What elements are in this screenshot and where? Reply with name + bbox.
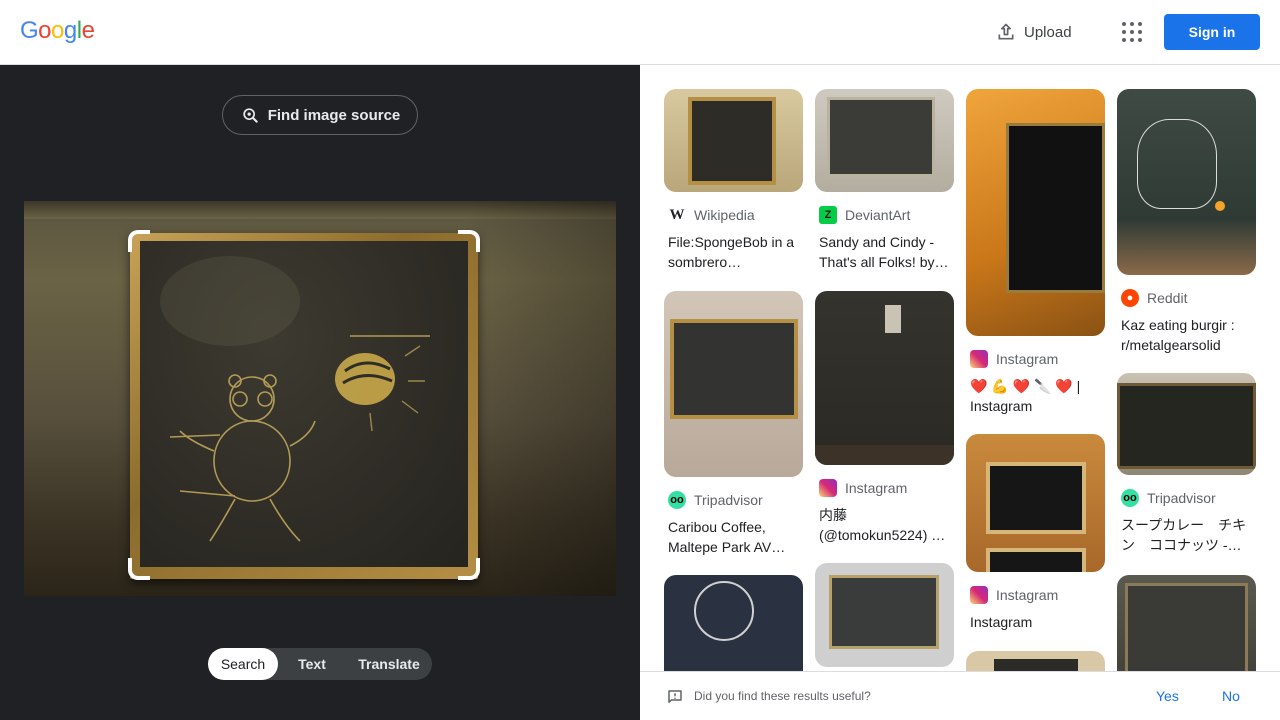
tab-search[interactable]: Search (208, 648, 278, 680)
result-title: Sandy and Cindy - That's all Folks! by… (819, 234, 949, 270)
result-title: 内藤 (@tomokun5224) … (819, 507, 946, 543)
upload-icon (998, 23, 1014, 40)
feedback-yes-button[interactable]: Yes (1156, 688, 1179, 704)
result-title: Kaz eating burgir : r/metalgearsolid (1121, 317, 1235, 353)
top-bar: Google Upload Sign in (0, 0, 1280, 65)
find-image-source-button[interactable]: Find image source (222, 95, 418, 135)
result-thumbnail (966, 434, 1105, 572)
reddit-icon: ● (1121, 289, 1139, 307)
result-thumbnail (1117, 89, 1256, 275)
instagram-icon (970, 350, 988, 368)
result-card[interactable]: Z DeviantArt Sandy and Cindy - That's al… (815, 89, 954, 272)
crop-handle-top-right[interactable] (458, 230, 480, 252)
google-logo[interactable]: Google (20, 17, 95, 45)
logo-letter: o (51, 17, 64, 44)
instagram-icon (819, 479, 837, 497)
apps-grid-icon[interactable] (1116, 16, 1148, 48)
logo-letter: e (81, 17, 95, 44)
feedback-icon (668, 690, 682, 703)
query-image (24, 201, 616, 596)
tab-translate[interactable]: Translate (346, 648, 432, 680)
wikipedia-icon: W (669, 206, 685, 223)
result-thumbnail (1117, 575, 1256, 671)
result-source: Wikipedia (694, 207, 755, 223)
deviantart-icon: Z (819, 206, 837, 224)
upload-label: Upload (1024, 23, 1072, 41)
result-title: Caribou Coffee, Maltepe Park AV… (668, 519, 786, 555)
result-source: Reddit (1147, 290, 1188, 306)
feedback-question: Did you find these results useful? (694, 689, 871, 703)
result-card[interactable] (1117, 575, 1256, 671)
result-title: Instagram (970, 614, 1033, 630)
result-source: Tripadvisor (694, 492, 763, 508)
result-card[interactable]: oo Tripadvisor Caribou Coffee, Maltepe P… (664, 291, 803, 557)
result-card[interactable]: Instagram ❤️ 💪 ❤️ 🔪 ❤️ | Instagram (966, 89, 1105, 416)
visual-matches-results: W Wikipedia File:SpongeBob in a sombrero… (640, 65, 1280, 671)
query-image-panel: Find image source Search Text Translate (0, 65, 640, 720)
result-card[interactable]: W Wikipedia File:SpongeBob in a sombrero… (664, 89, 803, 272)
result-source: Instagram (996, 351, 1059, 367)
logo-letter: g (63, 17, 77, 44)
tripadvisor-icon: oo (1121, 489, 1139, 507)
result-title: スープカレー チキン ココナッツ -… (1121, 517, 1247, 553)
result-thumbnail (664, 291, 803, 477)
result-card[interactable]: ● Reddit Kaz eating burgir : r/metalgear… (1117, 89, 1256, 355)
find-image-source-label: Find image source (267, 106, 401, 124)
crop-handle-bottom-right[interactable] (458, 558, 480, 580)
crop-handle-bottom-left[interactable] (128, 558, 150, 580)
result-thumbnail (815, 89, 954, 192)
result-thumbnail (815, 291, 954, 465)
sign-in-button[interactable]: Sign in (1164, 14, 1260, 50)
result-card[interactable]: Instagram 内藤 (@tomokun5224) … (815, 291, 954, 545)
result-thumbnail (664, 575, 803, 671)
tripadvisor-icon: oo (668, 491, 686, 509)
result-card[interactable] (664, 575, 803, 671)
result-source: Tripadvisor (1147, 490, 1216, 506)
instagram-icon (970, 586, 988, 604)
feedback-no-button[interactable]: No (1222, 688, 1240, 704)
result-thumbnail (966, 89, 1105, 336)
result-title: ❤️ 💪 ❤️ 🔪 ❤️ | Instagram (970, 378, 1081, 414)
result-card[interactable]: oo Tripadvisor スープカレー チキン ココナッツ -… (1117, 373, 1256, 555)
feedback-bar: Did you find these results useful? Yes N… (640, 671, 1280, 720)
lens-search-icon (243, 108, 258, 123)
tab-text[interactable]: Text (278, 648, 346, 680)
result-thumbnail (664, 89, 803, 192)
result-card[interactable] (966, 651, 1105, 671)
result-thumbnail (815, 563, 954, 667)
logo-letter: o (38, 17, 52, 44)
result-thumbnail (966, 651, 1105, 671)
result-source: Instagram (996, 587, 1059, 603)
result-source: DeviantArt (845, 207, 911, 223)
result-thumbnail (1117, 373, 1256, 475)
upload-button[interactable]: Upload (984, 12, 1084, 52)
result-card[interactable] (815, 563, 954, 667)
result-title: File:SpongeBob in a sombrero… (668, 234, 795, 270)
result-card[interactable]: Instagram Instagram (966, 434, 1105, 652)
crop-handle-top-left[interactable] (128, 230, 150, 252)
mode-switcher: Search Text Translate (208, 648, 432, 680)
result-source: Instagram (845, 480, 908, 496)
logo-letter: G (20, 17, 39, 44)
